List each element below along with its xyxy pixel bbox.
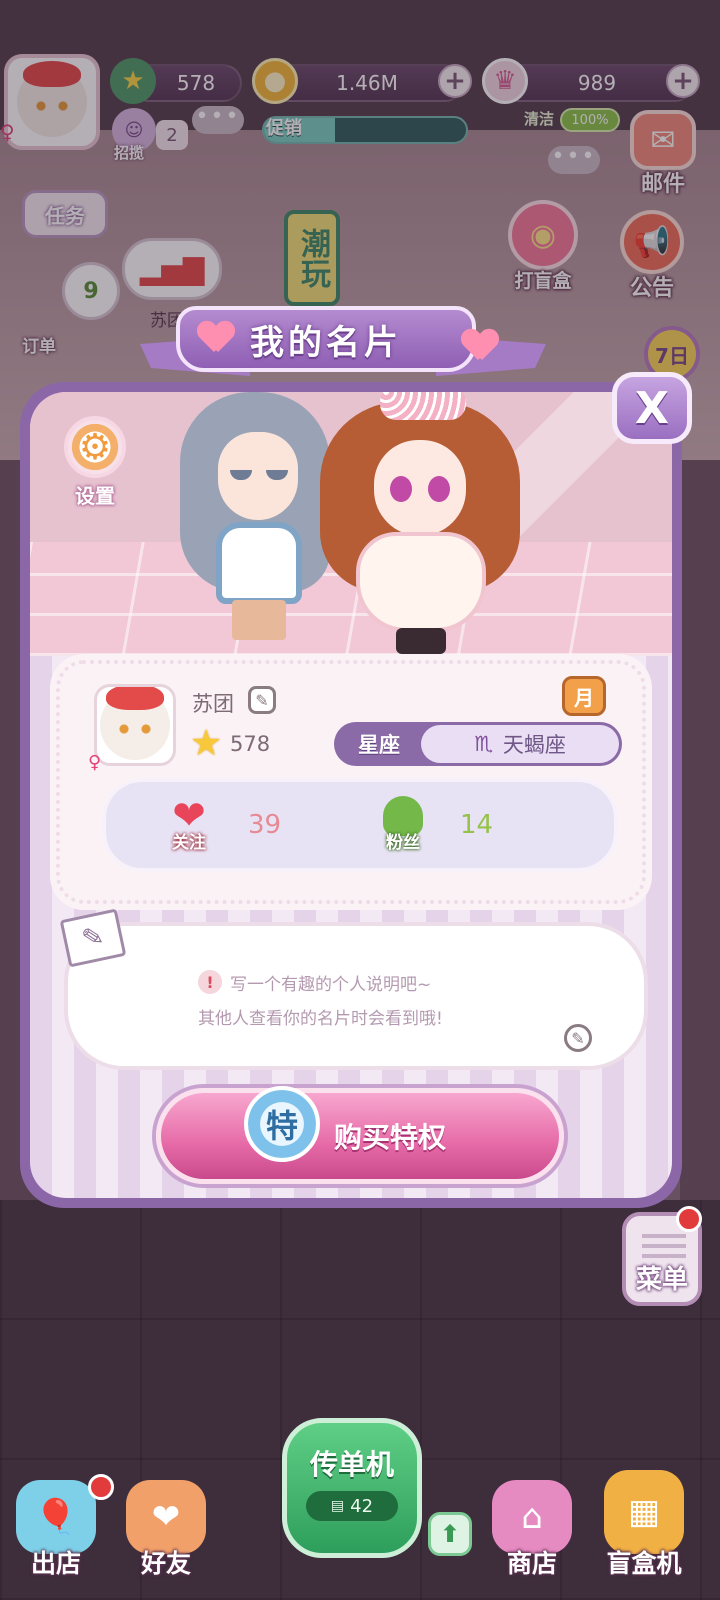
flyer-counter: ▤ 42 xyxy=(306,1491,398,1521)
info-icon: ! xyxy=(198,970,222,994)
character-silver-hair xyxy=(180,392,330,642)
friends-button[interactable]: ❤ 好友 xyxy=(126,1480,206,1580)
shop-label: 商店 xyxy=(506,1549,557,1578)
buy-privilege-label: 购买特权 xyxy=(333,1121,446,1154)
zodiac-selector[interactable]: 星座 ♏ 天蝎座 xyxy=(334,722,622,766)
scorpio-icon: ♏ xyxy=(474,732,493,756)
zodiac-key: 星座 xyxy=(358,733,400,757)
close-button[interactable]: X xyxy=(612,372,692,444)
follow-count: 39 xyxy=(248,810,282,840)
level-star-icon: ★ xyxy=(190,723,223,764)
privilege-badge-icon: 特 xyxy=(244,1086,320,1162)
character-scene: ⚙ 设置 xyxy=(30,392,672,656)
flyer-machine-button[interactable]: 传单机 ▤ 42 xyxy=(282,1418,422,1558)
leave-shop-button[interactable]: 🎈 出店 xyxy=(16,1480,96,1580)
bio-textbox[interactable] xyxy=(64,922,648,1070)
character-brown-hair xyxy=(320,392,520,656)
heart-icon-right xyxy=(462,330,498,362)
bio-placeholder-line2: 其他人查看你的名片时会看到哦! xyxy=(198,1009,443,1029)
settings-button[interactable]: ⚙ 设置 xyxy=(64,416,126,509)
heart-icon-left xyxy=(198,322,234,354)
profile-avatar[interactable] xyxy=(94,684,176,766)
blindbox-machine-button[interactable]: ▦ 盲盒机 xyxy=(604,1470,684,1580)
menu-label: 菜单 xyxy=(635,1265,688,1295)
buy-privilege-button[interactable]: 购买特权 xyxy=(156,1088,564,1184)
balloon-icon: 🎈 xyxy=(16,1480,96,1554)
upgrade-arrow-icon[interactable]: ⬆ xyxy=(428,1512,472,1556)
storefront-icon: ⌂ xyxy=(492,1480,572,1554)
blindbox-machine-label: 盲盒机 xyxy=(606,1549,682,1578)
edit-name-icon[interactable]: ✎ xyxy=(248,686,276,714)
leave-shop-label: 出店 xyxy=(30,1549,81,1578)
bio-placeholder-line1: 写一个有趣的个人说明吧~ xyxy=(230,975,432,995)
fans-button[interactable]: 粉丝 xyxy=(372,792,434,856)
profile-avatar-face xyxy=(100,687,170,760)
fans-count: 14 xyxy=(460,810,494,840)
fans-label: 粉丝 xyxy=(386,832,420,853)
friends-label: 好友 xyxy=(140,1549,191,1578)
leave-notification-dot xyxy=(88,1474,114,1500)
settings-label: 设置 xyxy=(75,484,115,508)
zodiac-value-box: ♏ 天蝎座 xyxy=(421,725,619,763)
menu-list-icon xyxy=(642,1234,686,1264)
player-level: 578 xyxy=(230,732,271,756)
flyer-count: 42 xyxy=(350,1495,374,1517)
flyer-title: 传单机 xyxy=(309,1448,394,1481)
shop-button[interactable]: ⌂ 商店 xyxy=(492,1480,572,1580)
month-badge[interactable]: 月 xyxy=(562,676,606,716)
vending-machine-icon: ▦ xyxy=(604,1470,684,1554)
female-icon-small: ♀ xyxy=(88,752,102,773)
follow-button[interactable]: ❤ 关注 xyxy=(158,792,220,856)
name-card-dialog: ⚙ 设置 ♀ 苏团 ✎ ★ 578 月 星座 ♏ 天蝎座 ❤ 关注 39 粉丝 … xyxy=(20,382,682,1208)
edit-bio-icon[interactable]: ✎ xyxy=(564,1024,592,1052)
friends-icon: ❤ xyxy=(126,1480,206,1554)
follow-label: 关注 xyxy=(172,832,206,853)
zodiac-value: 天蝎座 xyxy=(502,733,566,757)
card-body: ⚙ 设置 ♀ 苏团 ✎ ★ 578 月 星座 ♏ 天蝎座 ❤ 关注 39 粉丝 … xyxy=(30,392,672,1198)
username: 苏团 xyxy=(192,692,234,716)
gear-icon: ⚙ xyxy=(64,416,126,478)
flyer-paper-icon: ▤ xyxy=(330,1498,345,1514)
polka-dot-bow xyxy=(380,392,466,420)
menu-notification-dot xyxy=(676,1206,702,1232)
